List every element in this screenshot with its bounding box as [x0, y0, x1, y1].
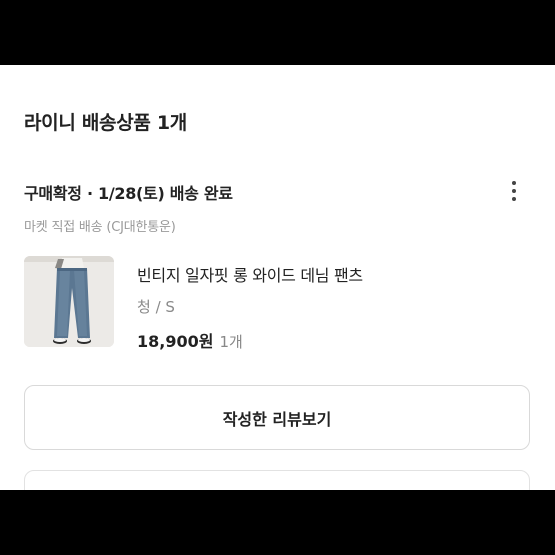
view-review-button[interactable]: 작성한 리뷰보기	[24, 385, 530, 450]
product-name[interactable]: 빈티지 일자핏 롱 와이드 데님 팬츠	[137, 262, 363, 286]
order-detail-panel: 라이니 배송상품 1개 구매확정 · 1/28(토) 배송 완료 마켓 직접 배…	[0, 65, 555, 490]
product-option: 청 / S	[137, 298, 175, 316]
price-row: 18,900원 1개	[137, 328, 243, 352]
next-card	[24, 470, 530, 490]
product-quantity: 1개	[219, 333, 243, 351]
more-options-button[interactable]	[500, 177, 528, 205]
product-thumbnail[interactable]	[24, 256, 114, 347]
more-vertical-icon-dot	[512, 197, 516, 201]
shipping-info: 마켓 직접 배송 (CJ대한통운)	[24, 220, 176, 235]
section-title: 라이니 배송상품 1개	[24, 112, 187, 134]
more-vertical-icon	[512, 181, 516, 185]
order-status: 구매확정 · 1/28(토) 배송 완료	[24, 184, 233, 203]
more-vertical-icon-dot	[512, 189, 516, 193]
product-price: 18,900원	[137, 332, 214, 351]
